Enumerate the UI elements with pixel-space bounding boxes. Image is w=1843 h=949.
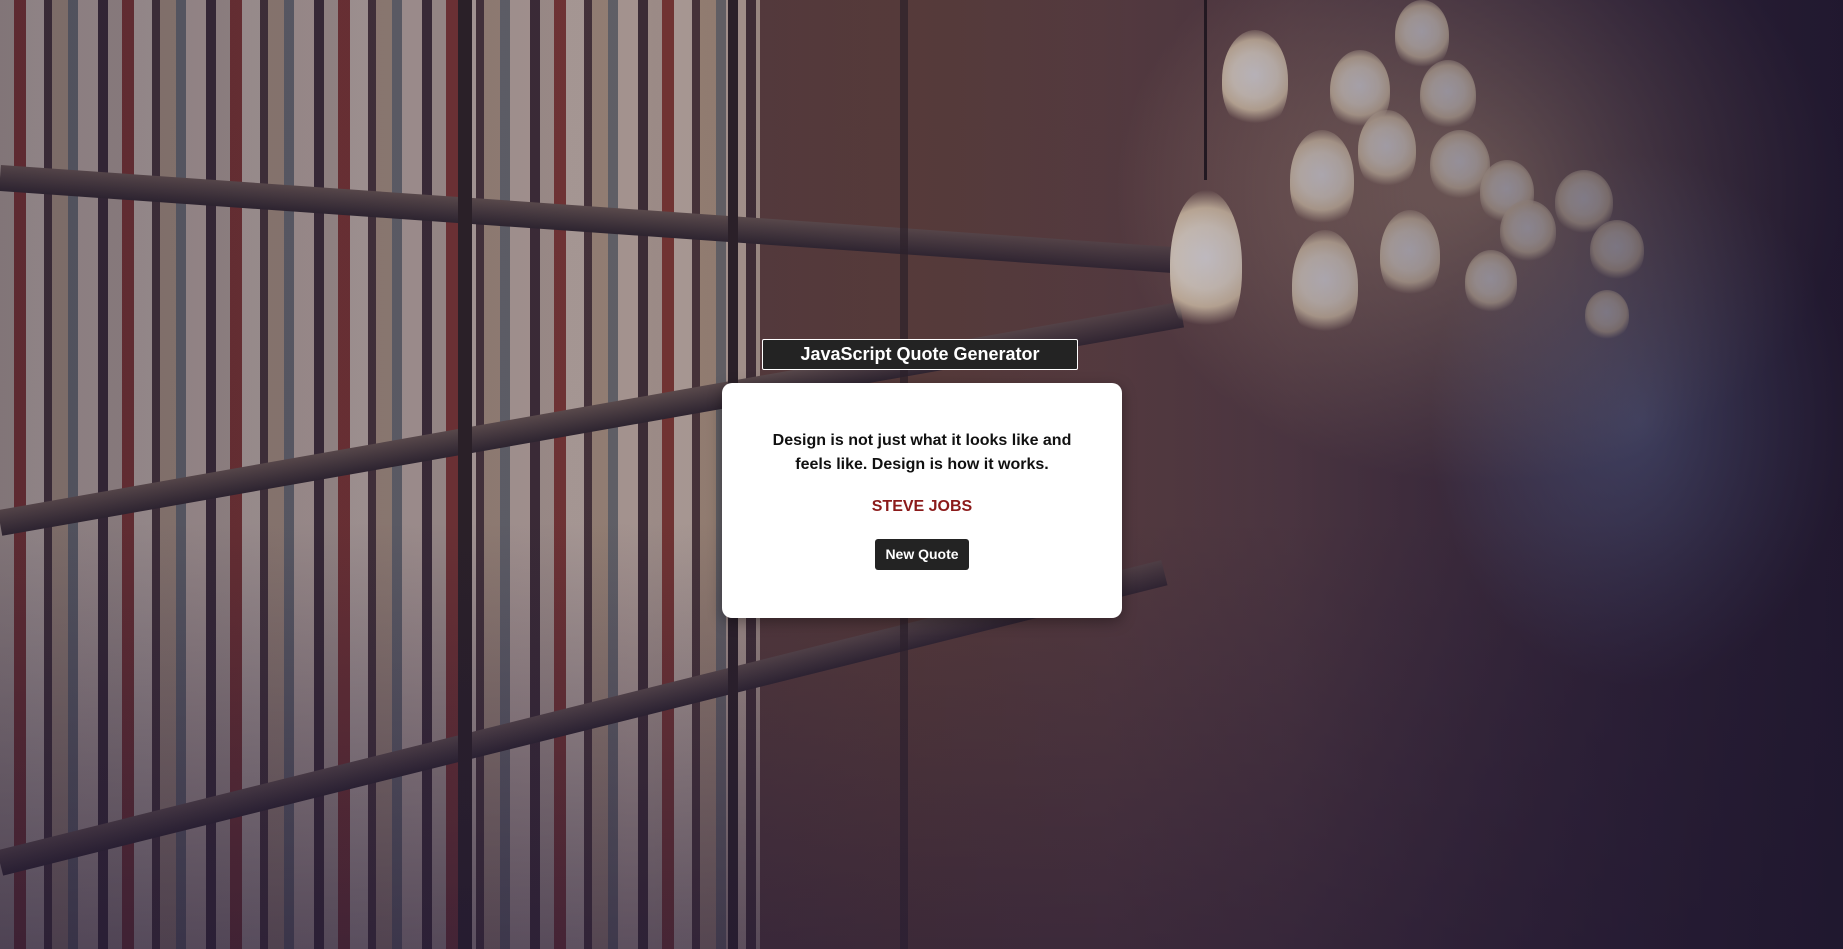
quote-author: STEVE JOBS — [871, 498, 973, 515]
app-page: JavaScript Quote Generator Design is not… — [0, 0, 1843, 949]
new-quote-button[interactable]: New Quote — [875, 539, 969, 570]
quote-card: Design is not just what it looks like an… — [722, 383, 1122, 618]
quote-text: Design is not just what it looks like an… — [772, 432, 1072, 473]
page-title: JavaScript Quote Generator — [762, 339, 1078, 370]
